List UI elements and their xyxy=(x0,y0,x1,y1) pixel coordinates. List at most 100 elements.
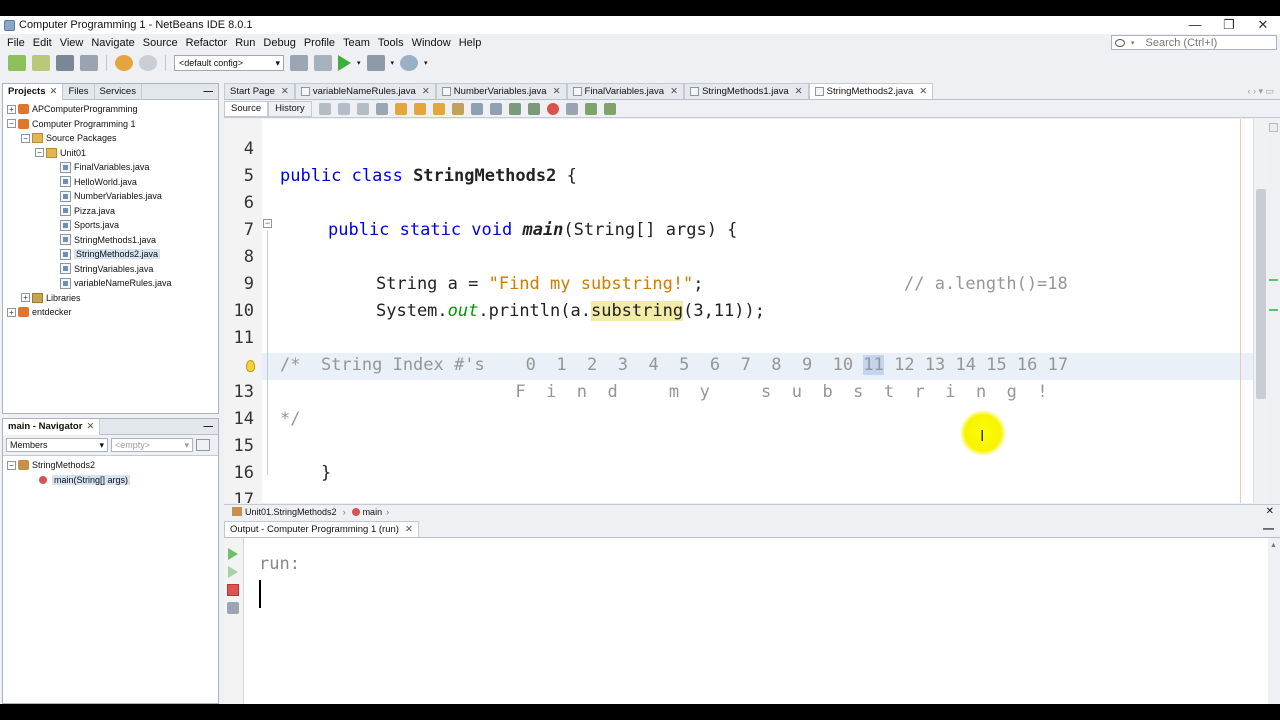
menu-tools[interactable]: Tools xyxy=(374,37,408,49)
output-console[interactable]: run: xyxy=(244,538,1268,704)
tree-item[interactable]: + Libraries xyxy=(3,291,218,306)
tab-files[interactable]: Files xyxy=(63,83,95,100)
tree-item[interactable]: − Unit01 xyxy=(3,146,218,161)
new-project-icon[interactable] xyxy=(8,55,26,71)
tree-item[interactable]: + APComputerProgramming xyxy=(3,102,218,117)
tree-item[interactable]: StringVariables.java xyxy=(3,262,218,277)
fold-toggle-icon[interactable]: − xyxy=(263,219,272,228)
tab-scroll-icons[interactable]: ‹ › ▾ ▭ xyxy=(1247,86,1274,97)
collapse-icon[interactable]: − xyxy=(21,133,30,143)
find-next-icon[interactable] xyxy=(413,102,426,115)
close-icon[interactable]: ✕ xyxy=(1266,506,1274,517)
forward-icon[interactable] xyxy=(356,102,369,115)
menu-run[interactable]: Run xyxy=(231,37,259,49)
tree-item[interactable]: Sports.java xyxy=(3,218,218,233)
quick-search-input[interactable]: ▾ Search (Ctrl+I) xyxy=(1111,35,1277,50)
tree-item[interactable]: − Source Packages xyxy=(3,131,218,146)
menu-file[interactable]: File xyxy=(3,37,29,49)
find-icon[interactable] xyxy=(375,102,388,115)
menu-edit[interactable]: Edit xyxy=(29,37,56,49)
menu-refactor[interactable]: Refactor xyxy=(182,37,232,49)
tree-item[interactable]: StringMethods1.java xyxy=(3,233,218,248)
highlight-icon[interactable] xyxy=(432,102,445,115)
close-icon[interactable]: ✕ xyxy=(919,86,927,97)
tab-variablenamerules[interactable]: variableNameRules.java ✕ xyxy=(294,83,436,99)
menu-help[interactable]: Help xyxy=(455,37,486,49)
tab-output[interactable]: Output - Computer Programming 1 (run) ✕ xyxy=(224,521,419,537)
members-filter-select[interactable]: Members ▾ xyxy=(6,438,108,452)
close-icon[interactable]: ✕ xyxy=(553,86,561,97)
menu-profile[interactable]: Profile xyxy=(300,37,339,49)
shift-left-icon[interactable] xyxy=(508,102,521,115)
settings-icon[interactable] xyxy=(227,602,239,614)
expand-icon[interactable]: + xyxy=(21,293,30,303)
menu-navigate[interactable]: Navigate xyxy=(87,37,138,49)
minimize-panel-icon[interactable]: — xyxy=(204,86,214,97)
menu-team[interactable]: Team xyxy=(339,37,374,49)
close-icon[interactable]: ✕ xyxy=(670,86,678,97)
expand-icon[interactable]: + xyxy=(7,307,16,317)
tree-item[interactable]: HelloWorld.java xyxy=(3,175,218,190)
tree-item[interactable]: variableNameRules.java xyxy=(3,276,218,291)
navigator-options-icon[interactable] xyxy=(196,439,210,451)
minimize-panel-icon[interactable]: — xyxy=(1263,523,1274,535)
collapse-icon[interactable]: − xyxy=(7,119,16,129)
chevron-down-icon[interactable]: ▾ xyxy=(357,59,361,67)
close-window-button[interactable]: ✕ xyxy=(1246,17,1280,33)
maximize-button[interactable]: ❐ xyxy=(1212,17,1246,33)
profile-icon[interactable] xyxy=(400,55,419,71)
save-all-icon[interactable] xyxy=(80,55,98,71)
menu-view[interactable]: View xyxy=(56,37,88,49)
config-select[interactable]: <default config> ▾ xyxy=(174,55,284,71)
collapse-icon[interactable]: − xyxy=(35,148,44,158)
last-edit-icon[interactable] xyxy=(318,102,331,115)
tab-projects[interactable]: Projects ✕ xyxy=(3,83,64,100)
tab-stringmethods1[interactable]: StringMethods1.java ✕ xyxy=(684,83,809,99)
minimize-panel-icon[interactable]: — xyxy=(204,421,214,432)
stop-icon[interactable] xyxy=(227,584,239,596)
menu-debug[interactable]: Debug xyxy=(259,37,299,49)
scrollbar-thumb[interactable] xyxy=(1256,189,1266,399)
toggle-bookmark-icon[interactable] xyxy=(451,102,464,115)
stop-macro-icon[interactable] xyxy=(565,102,578,115)
undo-icon[interactable] xyxy=(115,55,133,71)
tab-services[interactable]: Services xyxy=(95,83,142,100)
back-icon[interactable] xyxy=(337,102,350,115)
find-previous-icon[interactable] xyxy=(394,102,407,115)
source-view-button[interactable]: Source xyxy=(224,100,269,117)
tab-navigator[interactable]: main - Navigator ✕ xyxy=(3,418,101,435)
next-bookmark-icon[interactable] xyxy=(489,102,502,115)
expand-icon[interactable]: + xyxy=(7,104,16,114)
hint-bulb-icon[interactable] xyxy=(246,360,255,372)
shift-right-icon[interactable] xyxy=(527,102,540,115)
tree-item[interactable]: StringMethods2.java xyxy=(3,247,218,262)
chevron-down-icon[interactable]: ▾ xyxy=(391,59,395,67)
clean-build-icon[interactable] xyxy=(314,55,332,71)
minimize-button[interactable]: — xyxy=(1178,17,1212,33)
record-macro-icon[interactable] xyxy=(546,102,559,115)
menu-source[interactable]: Source xyxy=(139,37,182,49)
tree-item[interactable]: − Computer Programming 1 xyxy=(3,117,218,132)
navigator-method-item[interactable]: main(String[] args) xyxy=(3,473,218,488)
breadcrumb-class[interactable]: Unit01.StringMethods2 xyxy=(245,507,337,517)
close-icon[interactable]: ✕ xyxy=(86,421,94,432)
history-view-button[interactable]: History xyxy=(268,100,312,117)
tree-item[interactable]: + entdecker xyxy=(3,305,218,320)
navigator-class-item[interactable]: − StringMethods2 xyxy=(3,458,218,473)
breadcrumb-method[interactable]: main xyxy=(363,507,383,517)
tree-item[interactable]: FinalVariables.java xyxy=(3,160,218,175)
menu-window[interactable]: Window xyxy=(408,37,455,49)
tab-finalvariables[interactable]: FinalVariables.java ✕ xyxy=(566,83,685,99)
tree-item[interactable]: NumberVariables.java xyxy=(3,189,218,204)
close-icon[interactable]: ✕ xyxy=(281,86,289,97)
previous-bookmark-icon[interactable] xyxy=(470,102,483,115)
redo-icon[interactable] xyxy=(139,55,157,71)
tab-stringmethods2[interactable]: StringMethods2.java ✕ xyxy=(808,83,934,99)
build-icon[interactable] xyxy=(290,55,308,71)
run-icon[interactable] xyxy=(338,55,351,71)
debug-icon[interactable] xyxy=(366,55,385,71)
code-editor[interactable]: 4 5 6 7 8 9 10 11 12 13 14 15 16 17 − pu… xyxy=(224,119,1268,503)
comment-icon[interactable] xyxy=(584,102,597,115)
close-icon[interactable]: ✕ xyxy=(405,524,413,535)
tree-item[interactable]: Pizza.java xyxy=(3,204,218,219)
